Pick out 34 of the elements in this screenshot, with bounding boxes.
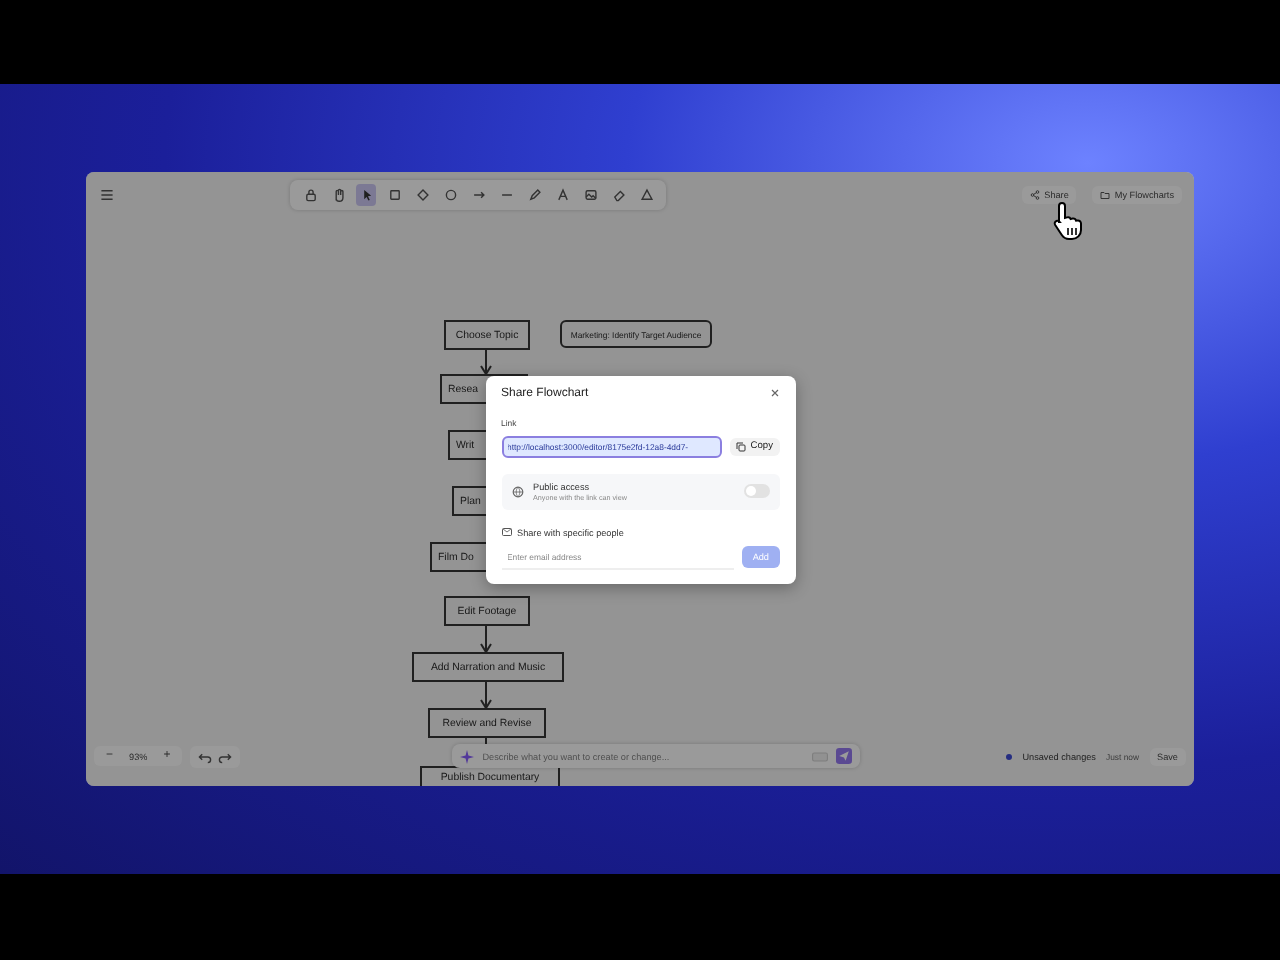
connector-arrow [480,625,492,654]
hand-icon [331,187,346,201]
pointer-tool[interactable] [356,183,377,205]
close-icon[interactable] [769,388,779,398]
pen-icon [527,187,542,201]
hand-cursor-icon [1052,200,1084,240]
undo-icon[interactable] [198,749,213,763]
lock-tool[interactable] [300,183,321,205]
image-icon [583,187,598,201]
rectangle-icon [387,187,402,201]
pen-tool[interactable] [524,183,545,205]
circle-icon [443,187,458,201]
mail-icon [501,528,511,536]
eraser-icon [611,187,626,201]
sparkle-icon [460,749,475,763]
send-icon[interactable] [836,748,853,764]
folder-icon [1100,189,1111,199]
text-icon [555,187,570,201]
text-tool[interactable] [552,183,573,205]
status-dot [1006,753,1013,759]
shapes-icon [639,187,654,201]
pointer-icon [359,187,374,201]
public-access-toggle[interactable] [743,484,769,498]
lock-icon [303,187,318,201]
connector-arrow [480,681,492,710]
menu-icon[interactable] [100,187,114,201]
connector-arrow [480,349,492,376]
arrow-icon [471,187,486,201]
copy-icon [736,441,747,451]
share-icon [1030,189,1041,199]
globe-icon [511,485,523,497]
shortcut-key-icon [812,751,829,761]
diamond-icon [415,187,430,201]
redo-icon[interactable] [218,749,233,763]
